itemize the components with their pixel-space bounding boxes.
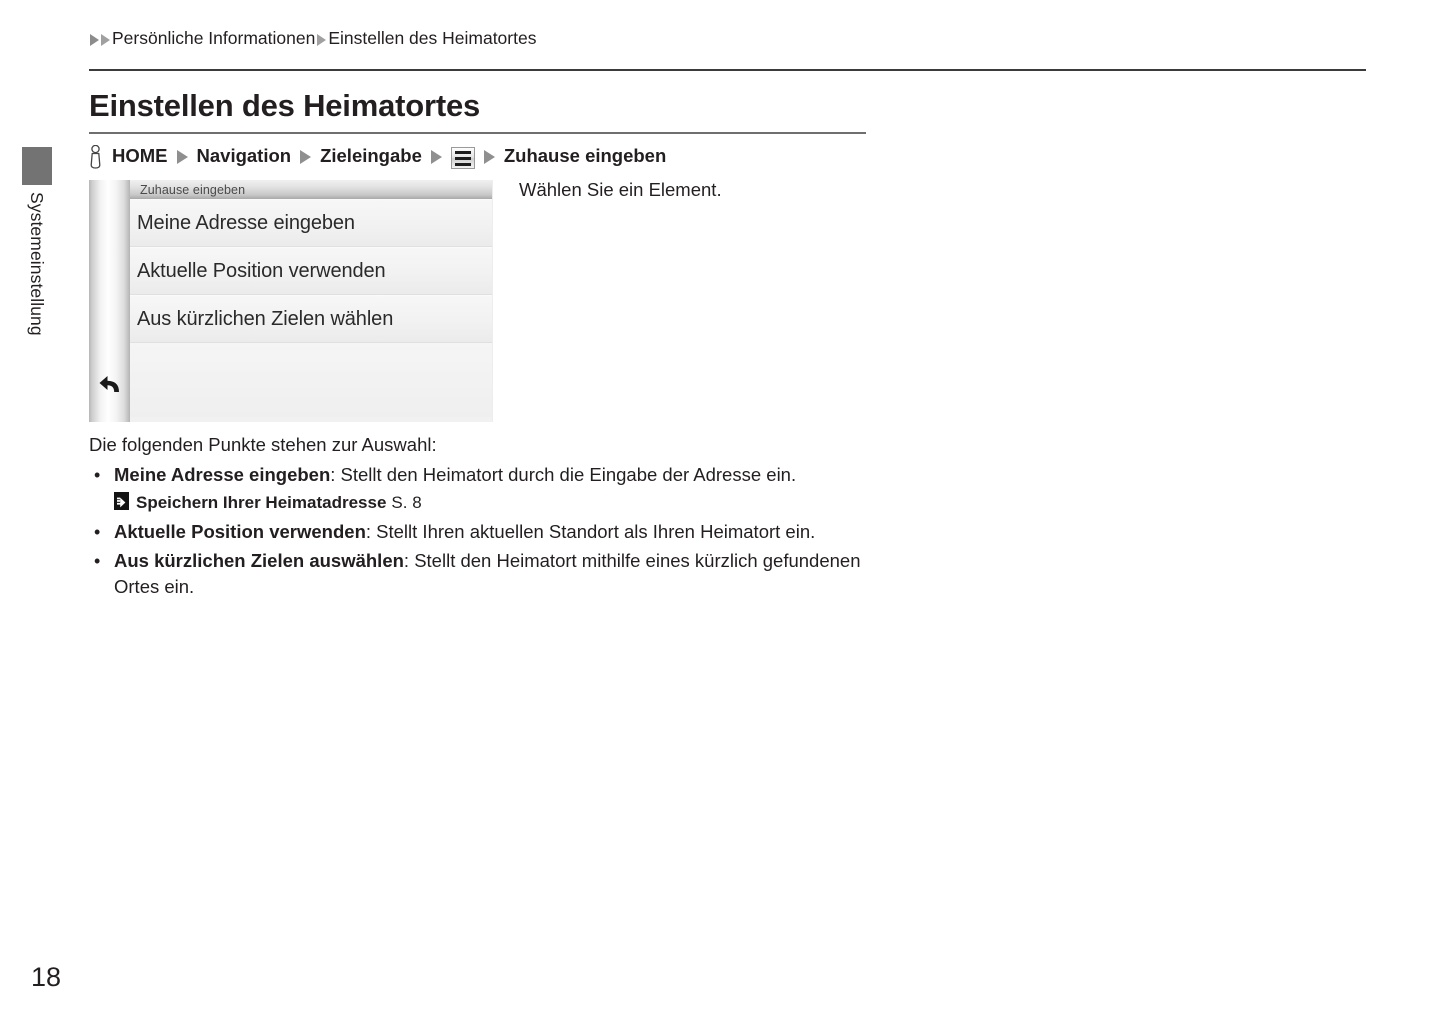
instruction-text: Wählen Sie ein Element. (519, 179, 722, 200)
list-item-description: : Stellt Ihren aktuellen Standort als Ih… (365, 521, 816, 542)
header-divider (89, 69, 1366, 71)
reference-arrow-icon (114, 492, 129, 510)
intro-text: Die folgenden Punkte stehen zur Auswahl: (89, 434, 437, 455)
list-item-content: Aktuelle Position verwenden: Stellt Ihre… (114, 519, 879, 545)
nav-list-item-kuerzliche-ziele[interactable]: Aus kürzlichen Zielen wählen (130, 295, 492, 343)
nav-list-item-meine-adresse[interactable]: Meine Adresse eingeben (130, 199, 492, 247)
section-label: Systemeinstellung (22, 192, 52, 392)
nav-list-item-label: Aktuelle Position verwenden (137, 259, 386, 282)
list-item-content: Meine Adresse eingeben: Stellt den Heima… (114, 462, 879, 488)
back-arrow-icon[interactable] (94, 368, 126, 400)
triangle-right-icon (430, 150, 442, 164)
breadcrumb-item-2[interactable]: Einstellen des Heimatortes (327, 28, 537, 49)
cross-reference-page: S. 8 (391, 493, 422, 512)
list-item-term: Meine Adresse eingeben (114, 464, 331, 485)
body-copy: Die folgenden Punkte stehen zur Auswahl:… (89, 432, 879, 600)
hamburger-menu-icon[interactable] (450, 147, 475, 169)
nav-screen-title: Zuhause eingeben (140, 182, 246, 197)
list-item-description: : Stellt den Heimatort durch die Eingabe… (330, 464, 797, 485)
nav-screen-sidebar (89, 180, 130, 422)
path-step-navigation[interactable]: Navigation (193, 145, 296, 167)
bullet-marker: • (94, 465, 101, 485)
path-step-zieleingabe[interactable]: Zieleingabe (316, 145, 426, 167)
list-item-term: Aus kürzlichen Zielen auswählen (114, 550, 404, 571)
page-number: 18 (31, 962, 62, 992)
nav-list-item-label: Aus kürzlichen Zielen wählen (137, 307, 394, 330)
operation-path: HOME Navigation Zieleingabe Zuhause eing… (89, 144, 670, 169)
nav-list-item-aktuelle-position[interactable]: Aktuelle Position verwenden (130, 247, 492, 295)
path-step-home[interactable]: HOME (108, 145, 172, 167)
list-item-term: Aktuelle Position verwenden (114, 521, 366, 542)
nav-list-empty-area (130, 343, 492, 417)
breadcrumb: Persönliche Informationen Einstellen des… (89, 28, 537, 49)
triangle-right-icon (176, 150, 188, 164)
path-step-zuhause-eingeben[interactable]: Zuhause eingeben (500, 145, 670, 167)
triangle-right-icon (300, 150, 312, 164)
triangle-right-icon (90, 33, 99, 46)
bullet-marker: • (94, 551, 101, 571)
list-item: • Meine Adresse eingeben: Stellt den Hei… (89, 462, 879, 488)
triangle-right-icon (317, 33, 327, 46)
hand-press-icon (89, 144, 102, 169)
list-item-content: Aus kürzlichen Zielen auswählen: Stellt … (114, 548, 879, 600)
nav-screen-titlebar: Zuhause eingeben (130, 180, 492, 199)
navigation-screen-figure: Zuhause eingeben Meine Adresse eingeben … (89, 180, 493, 422)
triangle-right-icon (101, 33, 110, 46)
bullet-marker: • (94, 522, 101, 542)
section-label-text: Systemeinstellung (27, 192, 47, 336)
nav-list-item-label: Meine Adresse eingeben (137, 211, 355, 234)
breadcrumb-item-1[interactable]: Persönliche Informationen (111, 28, 316, 49)
nav-screen-body: Zuhause eingeben Meine Adresse eingeben … (130, 180, 493, 422)
cross-reference-title: Speichern Ihrer Heimatadresse (136, 493, 387, 512)
list-item: • Aus kürzlichen Zielen auswählen: Stell… (89, 548, 879, 600)
triangle-right-icon (483, 150, 495, 164)
section-tab-marker (22, 147, 52, 185)
cross-reference[interactable]: Speichern Ihrer Heimatadresse S. 8 (114, 490, 879, 516)
page-title: Einstellen des Heimatortes (89, 88, 481, 123)
title-divider (89, 132, 866, 134)
list-item: • Aktuelle Position verwenden: Stellt Ih… (89, 519, 879, 545)
